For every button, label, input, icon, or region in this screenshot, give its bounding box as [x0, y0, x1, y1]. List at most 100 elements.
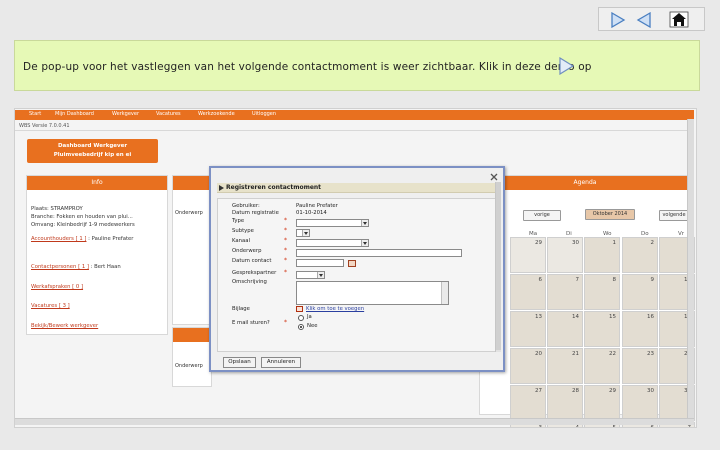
- calendar-icon[interactable]: [348, 260, 356, 267]
- type-label: Type: [232, 218, 245, 224]
- calendar-day[interactable]: 20: [510, 348, 546, 384]
- calendar-day-number: 1: [612, 240, 617, 246]
- calendar-day[interactable]: 8: [584, 274, 620, 310]
- calendar-day[interactable]: 1: [584, 237, 620, 273]
- required-marker: *: [284, 217, 287, 224]
- dialog-title: Registreren contactmoment: [226, 184, 322, 191]
- agenda-title: Agenda: [480, 176, 690, 190]
- middle-panel-bottom-header: [173, 328, 211, 342]
- annuleren-button[interactable]: Annuleren: [261, 357, 301, 368]
- calendar-day[interactable]: 16: [622, 311, 658, 347]
- calendar-day-number: 14: [572, 314, 579, 320]
- calendar-day[interactable]: 13: [510, 311, 546, 347]
- home-icon[interactable]: [669, 11, 689, 28]
- chevron-down-icon: [361, 220, 368, 226]
- attachment-icon[interactable]: [296, 306, 303, 312]
- calendar-day-number: 9: [650, 277, 655, 283]
- agenda-next-button[interactable]: volgende: [659, 210, 689, 221]
- calendar-day[interactable]: 29: [510, 237, 546, 273]
- required-marker: *: [284, 319, 287, 326]
- calendar-day-number: 6: [650, 425, 655, 428]
- app-menu-bar: Start Mijn Dashboard Werkgever Vacatures…: [15, 110, 694, 120]
- kanaal-select[interactable]: [296, 239, 369, 247]
- calendar-day[interactable]: 22: [584, 348, 620, 384]
- play-forward-icon[interactable]: [609, 11, 629, 28]
- play-back-icon[interactable]: [635, 11, 655, 28]
- vertical-scrollbar[interactable]: [687, 119, 694, 422]
- gebruiker-label: Gebruiker:: [232, 203, 260, 209]
- calendar-day[interactable]: 28: [547, 385, 583, 421]
- email-ja-label: Ja: [307, 314, 312, 320]
- vacatures-link[interactable]: Vacatures [ 3 ]: [31, 303, 70, 309]
- type-select[interactable]: [296, 219, 369, 227]
- dashboard-werkgever-button[interactable]: Dashboard Werkgever Pluimveebedrijf kip …: [27, 139, 158, 163]
- play-forward-icon[interactable]: [558, 56, 575, 76]
- required-marker: *: [284, 237, 287, 244]
- kanaal-label: Kanaal: [232, 238, 250, 244]
- opslaan-button[interactable]: Opslaan: [223, 357, 256, 368]
- instruction-text: De pop-up voor het vastleggen van het vo…: [23, 61, 592, 73]
- omschrijving-textarea[interactable]: [296, 281, 449, 305]
- calendar-day[interactable]: 7: [547, 274, 583, 310]
- horizontal-scrollbar[interactable]: [15, 418, 694, 425]
- calendar-day[interactable]: 27: [510, 385, 546, 421]
- menu-item-uitloggen[interactable]: Uitloggen: [252, 111, 276, 117]
- calendar-day[interactable]: 2: [622, 237, 658, 273]
- agenda-prev-button[interactable]: vorige: [523, 210, 561, 221]
- dialog-scrollbar[interactable]: [495, 182, 501, 352]
- calendar-day[interactable]: 15: [584, 311, 620, 347]
- datum-registratie-label: Datum registratie: [232, 210, 279, 216]
- gesprekspartner-select[interactable]: [296, 271, 325, 279]
- dialog-scroll-thumb[interactable]: [496, 182, 501, 350]
- subtype-select[interactable]: [296, 229, 310, 237]
- calendar-day[interactable]: 21: [547, 348, 583, 384]
- bekijk-werkgever-link[interactable]: Bekijk/Bewerk werkgever: [31, 323, 98, 329]
- email-ja-radio[interactable]: [298, 315, 304, 321]
- calendar-day-number: 20: [535, 351, 542, 357]
- menu-item-start[interactable]: Start: [29, 111, 41, 117]
- menu-item-werkgever[interactable]: Werkgever: [112, 111, 139, 117]
- calendar-day-number: 16: [647, 314, 654, 320]
- menu-item-vacatures[interactable]: Vacatures: [156, 111, 181, 117]
- chevron-down-icon: [302, 230, 309, 236]
- contactpersonen-link[interactable]: Contactpersonen [ 1 ]: [31, 264, 89, 270]
- calendar-day[interactable]: 23: [622, 348, 658, 384]
- calendar-day-number: 23: [647, 351, 654, 357]
- presentation-nav: [598, 7, 705, 31]
- onderwerp-column-label: Onderwerp: [175, 210, 203, 216]
- app-screenshot: Start Mijn Dashboard Werkgever Vacatures…: [14, 108, 697, 428]
- datum-contact-input[interactable]: [296, 259, 344, 267]
- calendar-day[interactable]: 30: [622, 385, 658, 421]
- calendar-day[interactable]: 6: [510, 274, 546, 310]
- calendar-day-number: 30: [647, 388, 654, 394]
- bijlage-toevoegen-link[interactable]: Klik om toe te voegen: [306, 306, 364, 312]
- info-omvang: Omvang: Kleinbedrijf 1-9 medewerkers: [31, 222, 135, 228]
- close-icon[interactable]: [489, 170, 499, 181]
- onderwerp-label: Onderwerp: [232, 248, 262, 254]
- calendar-day[interactable]: 14: [547, 311, 583, 347]
- accounthouders-link[interactable]: Accounthouders [ 1 ]: [31, 236, 86, 242]
- calendar-day-number: 28: [572, 388, 579, 394]
- calendar-day[interactable]: 9: [622, 274, 658, 310]
- calendar-day-number: 13: [535, 314, 542, 320]
- calendar-day-number: 2: [650, 240, 655, 246]
- menu-item-mijn-dashboard[interactable]: Mijn Dashboard: [55, 111, 94, 117]
- middle-panel-bottom: Onderwerp: [172, 327, 212, 387]
- calendar-day[interactable]: 30: [547, 237, 583, 273]
- info-plaats: Plaats: STRAMPROY: [31, 206, 83, 212]
- calendar-day-number: 5: [612, 425, 617, 428]
- middle-panel-top-header: [173, 176, 211, 190]
- textarea-scrollbar[interactable]: [441, 282, 448, 304]
- calendar-day-number: 6: [538, 277, 543, 283]
- calendar-day-number: 21: [572, 351, 579, 357]
- calendar-day[interactable]: 29: [584, 385, 620, 421]
- chevron-down-icon: [361, 240, 368, 246]
- contactpersoon-value: : Bert Haan: [90, 264, 121, 270]
- menu-item-werkzoekende[interactable]: Werkzoekende: [198, 111, 235, 117]
- email-nee-radio[interactable]: [298, 324, 304, 330]
- agenda-month-select[interactable]: Oktober 2014: [585, 209, 635, 220]
- werkafspraken-link[interactable]: Werkafspraken [ 0 ]: [31, 284, 83, 290]
- required-marker: *: [284, 227, 287, 234]
- calendar-day-number: 30: [572, 240, 579, 246]
- onderwerp-input[interactable]: [296, 249, 462, 257]
